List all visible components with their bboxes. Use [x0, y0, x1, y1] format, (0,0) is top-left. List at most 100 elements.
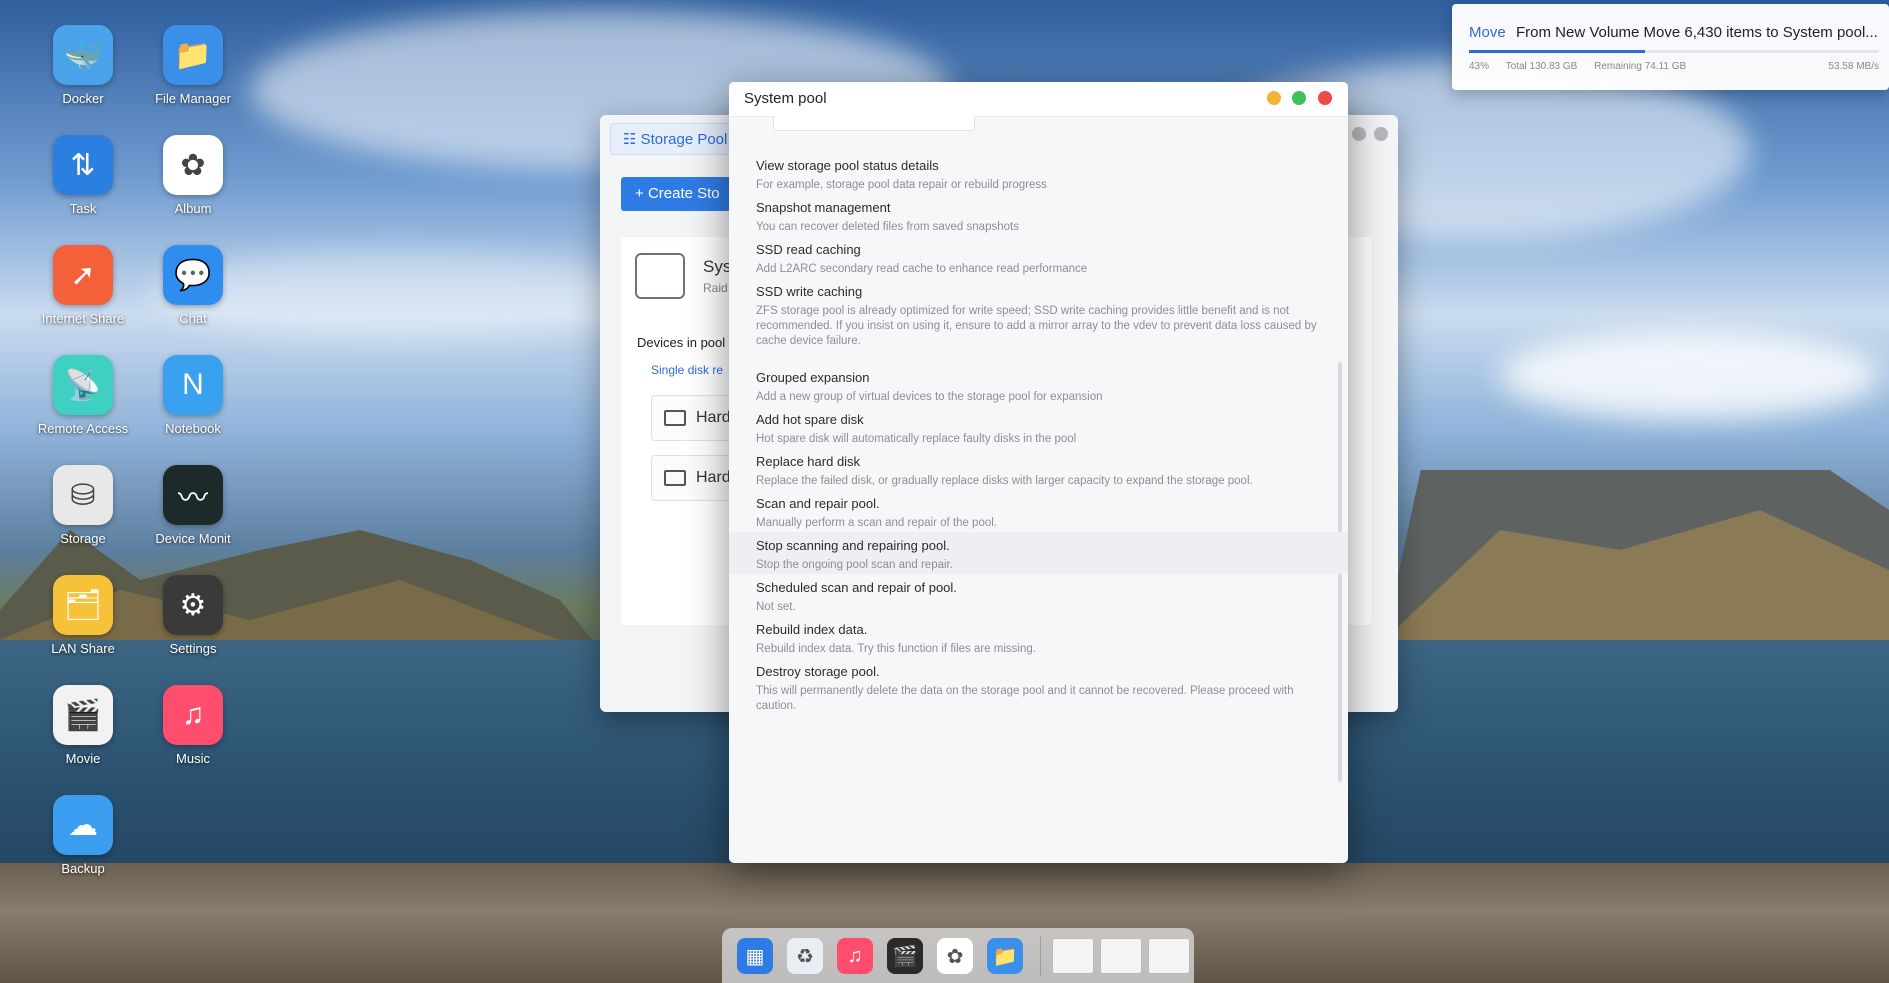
menu-item-title: Snapshot management: [756, 200, 891, 215]
menu-item-description: Rebuild index data. Try this function if…: [756, 643, 1036, 655]
broadcast-icon: 📡: [53, 355, 113, 415]
share-arrow-icon: ➚: [53, 245, 113, 305]
dialog-title: System pool: [744, 90, 827, 107]
transfer-arrows-icon: ⇅: [53, 135, 113, 195]
desktop-icon-label: Docker: [62, 91, 104, 106]
desktop-icon-lan-share[interactable]: 🗂 LAN Share: [28, 575, 138, 656]
dock-clapper-icon[interactable]: 🎬: [887, 938, 923, 974]
desktop-icon-label: Internet Share: [41, 311, 125, 326]
dock: ▦ ♻ ♫ 🎬 ✿ 📁: [722, 928, 1194, 983]
desktop-icon-internet-share[interactable]: ➚ Internet Share: [28, 245, 138, 326]
menu-item-title: Rebuild index data.: [756, 622, 868, 637]
desktop-icon-label: File Manager: [155, 91, 231, 106]
single-disk-link[interactable]: Single disk re: [651, 363, 723, 377]
menu-item-stop-scanning-and-repairing-pool[interactable]: Stop scanning and repairing pool. Stop th…: [729, 532, 1348, 574]
menu-item-description: Add a new group of virtual devices to th…: [756, 391, 1103, 403]
desktop-icon-label: Music: [176, 751, 210, 766]
database-icon: ☷: [623, 131, 637, 148]
transfer-notification[interactable]: Move From New Volume Move 6,430 items to…: [1452, 4, 1889, 90]
desktop-icon-label: Storage: [60, 531, 106, 546]
desktop-icon-notebook[interactable]: N Notebook: [138, 355, 248, 436]
pool-action-menu: View storage pool status details For exam…: [729, 152, 1348, 714]
storage-pool-icon: [635, 253, 685, 299]
dock-folder-icon[interactable]: 📁: [987, 938, 1023, 974]
menu-item-title: Scheduled scan and repair of pool.: [756, 580, 957, 595]
hard-disk-label: Hard: [696, 409, 731, 426]
window-thumbnail[interactable]: [1052, 938, 1094, 974]
menu-item-replace-hard-disk[interactable]: Replace hard disk Replace the failed disk…: [729, 448, 1348, 490]
menu-item-snapshot-management[interactable]: Snapshot management You can recover delet…: [729, 194, 1348, 236]
menu-item-title: SSD write caching: [756, 284, 863, 299]
desktop-icon-music[interactable]: ♫ Music: [138, 685, 248, 766]
menu-item-title: Scan and repair pool.: [756, 496, 880, 511]
menu-item-rebuild-index-data[interactable]: Rebuild index data. Rebuild index data. T…: [729, 616, 1348, 658]
desktop-icon-remote-access[interactable]: 📡 Remote Access: [28, 355, 138, 436]
menu-item-ssd-write-caching[interactable]: SSD write caching ZFS storage pool is alr…: [729, 278, 1348, 364]
window-thumbnail[interactable]: [1100, 938, 1142, 974]
transfer-speed: 53.58 MB/s: [1828, 61, 1879, 72]
menu-item-title: Add hot spare disk: [756, 412, 864, 427]
maximize-button[interactable]: [1292, 91, 1306, 105]
desktop-icon-chat[interactable]: 💬 Chat: [138, 245, 248, 326]
remaining-size: Remaining 74.11 GB: [1594, 61, 1687, 72]
lan-folder-icon: 🗂: [53, 575, 113, 635]
dock-recycle-icon[interactable]: ♻: [787, 938, 823, 974]
menu-item-scan-and-repair-pool[interactable]: Scan and repair pool. Manually perform a …: [729, 490, 1348, 532]
desktop-icon-file-manager[interactable]: 📁 File Manager: [138, 25, 248, 106]
desktop-icon-task[interactable]: ⇅ Task: [28, 135, 138, 216]
menu-item-scheduled-scan-and-repair-of-pool[interactable]: Scheduled scan and repair of pool. Not se…: [729, 574, 1348, 616]
minimize-button[interactable]: [1267, 91, 1281, 105]
close-button[interactable]: [1318, 91, 1332, 105]
desktop-icon-docker[interactable]: 🐳 Docker: [28, 25, 138, 106]
heartbeat-icon: 〰: [163, 465, 223, 525]
desktop-icon-backup[interactable]: ☁ Backup: [28, 795, 138, 876]
tab-storage-pool[interactable]: ☷ Storage Pool: [610, 123, 741, 155]
create-button-label: Create Sto: [647, 185, 720, 202]
dock-app-grid-icon[interactable]: ▦: [737, 938, 773, 974]
menu-item-description: Add L2ARC secondary read cache to enhanc…: [756, 263, 1088, 275]
menu-item-description: This will permanently delete the data on…: [756, 685, 1294, 712]
menu-item-title: Grouped expansion: [756, 370, 870, 385]
desktop-icon-label: Backup: [61, 861, 105, 876]
dock-music-note-icon[interactable]: ♫: [837, 938, 873, 974]
menu-item-add-hot-spare-disk[interactable]: Add hot spare disk Hot spare disk will au…: [729, 406, 1348, 448]
desktop-icon-label: Remote Access: [37, 421, 129, 436]
menu-item-description: Manually perform a scan and repair of th…: [756, 517, 997, 529]
menu-item-ssd-read-caching[interactable]: SSD read caching Add L2ARC secondary read…: [729, 236, 1348, 278]
menu-item-title: Stop scanning and repairing pool.: [756, 538, 950, 553]
notification-message: From New Volume Move 6,430 items to Syst…: [1516, 24, 1878, 41]
window-thumbnail[interactable]: [1148, 938, 1190, 974]
cloud-icon: ☁: [53, 795, 113, 855]
window-controls: [1344, 127, 1388, 146]
menu-item-grouped-expansion[interactable]: Grouped expansion Add a new group of virt…: [729, 364, 1348, 406]
menu-item-description: Hot spare disk will automatically replac…: [756, 433, 1077, 445]
hard-disk-label: Hard: [696, 469, 731, 486]
create-storage-pool-button[interactable]: + Create Sto: [621, 177, 741, 211]
menu-item-title: Replace hard disk: [756, 454, 861, 469]
notification-action: Move: [1469, 24, 1506, 41]
desktop-icon-movie[interactable]: 🎬 Movie: [28, 685, 138, 766]
menu-item-description: For example, storage pool data repair or…: [756, 179, 1047, 191]
desktop-icon-label: LAN Share: [51, 641, 115, 656]
minimize-button[interactable]: [1352, 127, 1366, 141]
close-button[interactable]: [1374, 127, 1388, 141]
desktop-icon-album[interactable]: ✿ Album: [138, 135, 248, 216]
desktop-icon-device-monit[interactable]: 〰 Device Monit: [138, 465, 248, 546]
transfer-stats: 43% Total 130.83 GB Remaining 74.11 GB: [1469, 61, 1700, 72]
menu-item-view-storage-pool-status-details[interactable]: View storage pool status details For exam…: [729, 152, 1348, 194]
total-size: Total 130.83 GB: [1505, 61, 1578, 72]
menu-item-destroy-storage-pool[interactable]: Destroy storage pool. This will permanent…: [729, 658, 1348, 714]
menu-item-title: Destroy storage pool.: [756, 664, 880, 679]
system-pool-dialog: System pool View storage pool status det…: [729, 82, 1348, 863]
desktop-icon-label: Device Monit: [155, 531, 231, 546]
menu-item-description: ZFS storage pool is already optimized fo…: [756, 305, 1317, 347]
desktop-icon-storage[interactable]: ⛁ Storage: [28, 465, 138, 546]
progress-bar: [1469, 50, 1879, 53]
dock-pinwheel-icon[interactable]: ✿: [937, 938, 973, 974]
pool-name: Sys: [703, 257, 732, 276]
pinwheel-icon: ✿: [163, 135, 223, 195]
hard-disk-icon: [664, 470, 686, 486]
desktop-icon-settings[interactable]: ⚙ Settings: [138, 575, 248, 656]
menu-item-description: Stop the ongoing pool scan and repair.: [756, 559, 953, 571]
menu-item-description: Not set.: [756, 601, 796, 613]
